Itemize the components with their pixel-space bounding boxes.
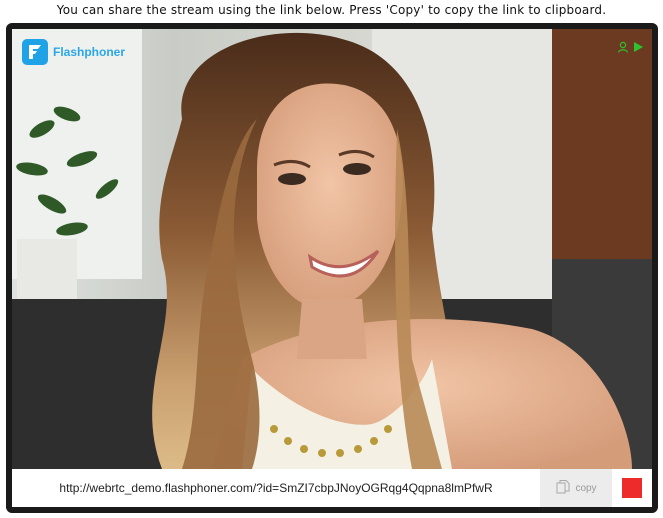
stop-square-icon: [622, 478, 642, 498]
brand-name: Flashphoner: [53, 45, 126, 59]
video-player: Flashphoner http://webrtc_demo.flashphon…: [6, 23, 658, 513]
video-frame-image: [12, 29, 652, 469]
flashphoner-logo-icon: [22, 39, 48, 65]
share-instruction: You can share the stream using the link …: [56, 3, 607, 17]
copy-button[interactable]: copy: [540, 469, 612, 507]
copy-document-icon: [555, 479, 571, 498]
copy-button-label: copy: [575, 482, 597, 494]
stop-button[interactable]: [612, 469, 652, 507]
share-bar: http://webrtc_demo.flashphoner.com/?id=S…: [12, 469, 652, 507]
share-link-field[interactable]: http://webrtc_demo.flashphoner.com/?id=S…: [12, 469, 540, 507]
video-stream[interactable]: Flashphoner: [12, 29, 652, 469]
viewer-user-icon: [617, 41, 629, 53]
brand-logo: Flashphoner: [22, 39, 125, 65]
stream-status: [617, 41, 644, 53]
play-status-icon: [632, 41, 644, 53]
